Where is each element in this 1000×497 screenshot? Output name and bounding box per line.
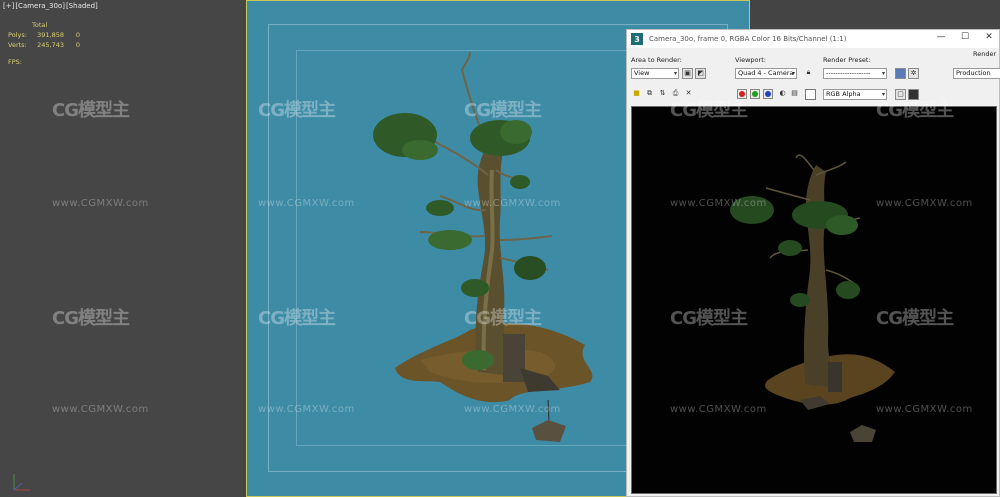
tree-scene-render <box>730 154 895 442</box>
